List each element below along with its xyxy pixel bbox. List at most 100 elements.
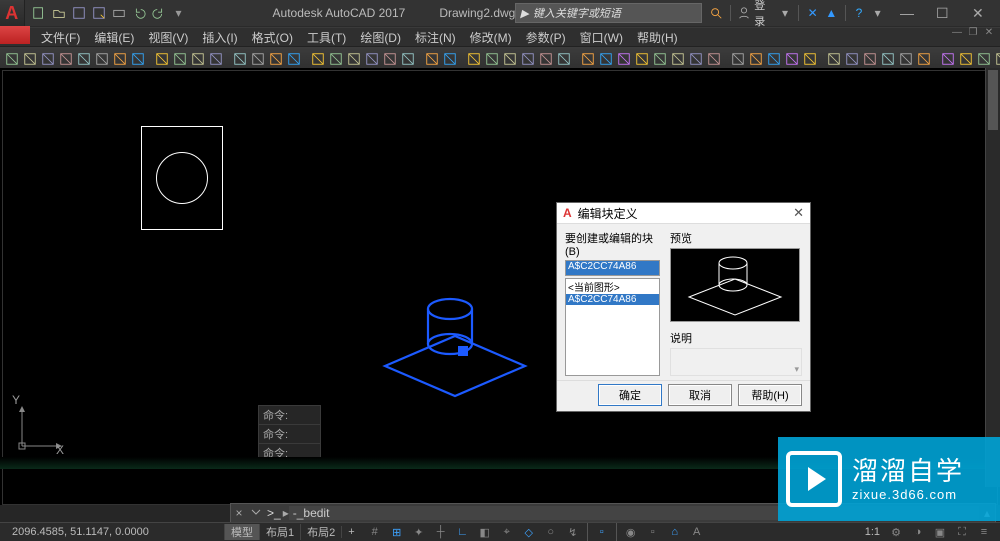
menu-item-6[interactable]: 绘图(D) <box>353 29 408 46</box>
menu-item-3[interactable]: 插入(I) <box>195 29 244 46</box>
copy2-icon[interactable] <box>598 48 614 70</box>
qat-undo-icon[interactable] <box>131 5 147 21</box>
dynucs-icon[interactable]: ◧ <box>475 524 495 540</box>
help-dropdown-icon[interactable]: ▾ <box>869 4 886 22</box>
selected-block[interactable] <box>375 296 535 404</box>
maximize-button[interactable]: ☐ <box>936 5 952 22</box>
isolate-icon[interactable]: ◑ <box>908 524 928 540</box>
qat-open-icon[interactable] <box>51 5 67 21</box>
new-icon[interactable] <box>4 48 20 70</box>
dyninput-icon[interactable]: ⌖ <box>497 524 517 540</box>
cycling-icon[interactable]: ↯ <box>563 524 583 540</box>
transparency-icon[interactable]: ○ <box>541 524 561 540</box>
steering-icon[interactable] <box>916 48 932 70</box>
otrack-icon[interactable]: ∟ <box>453 524 473 540</box>
help-search-input[interactable]: ▶ 键入关键字或短语 <box>515 3 702 23</box>
signin-label[interactable]: 登录 <box>754 0 774 29</box>
view-icon[interactable] <box>844 48 860 70</box>
region-icon[interactable] <box>208 48 224 70</box>
menu-item-4[interactable]: 格式(O) <box>245 29 300 46</box>
scale-icon[interactable] <box>730 48 746 70</box>
plus-icon[interactable]: # <box>365 524 385 540</box>
layer-prev-icon[interactable] <box>268 48 284 70</box>
cut-icon[interactable] <box>76 48 92 70</box>
3dosnap-icon[interactable]: ▫ <box>592 524 612 540</box>
annoscale-icon[interactable]: ▫ <box>643 524 663 540</box>
exchange-icon[interactable]: ✕ <box>804 4 821 22</box>
annotation-scale[interactable]: 1:1 <box>861 526 884 538</box>
a360-icon[interactable]: ▲ <box>823 4 840 22</box>
osnap-icon[interactable]: ┼ <box>431 524 451 540</box>
menu-item-11[interactable]: 帮助(H) <box>630 29 685 46</box>
extend-icon[interactable] <box>652 48 668 70</box>
dialog-titlebar[interactable]: A 编辑块定义 ✕ <box>557 203 810 224</box>
vertical-scrollbar[interactable] <box>985 68 1000 487</box>
offset-icon[interactable] <box>688 48 704 70</box>
polar-icon[interactable]: ✦ <box>409 524 429 540</box>
ortho-icon[interactable]: ⊞ <box>387 524 407 540</box>
dialog-list-item[interactable]: A$C2CC74A86 <box>566 294 659 305</box>
materials-icon[interactable] <box>958 48 974 70</box>
dim-angular-icon[interactable] <box>346 48 362 70</box>
coordinates-display[interactable]: 2096.4585, 51.1147, 0.0000 <box>0 526 224 538</box>
zoom-icon[interactable] <box>880 48 896 70</box>
qat-save-icon[interactable] <box>71 5 87 21</box>
layout-tab-0[interactable]: 模型 <box>224 524 259 540</box>
close-button[interactable]: ✕ <box>972 5 988 22</box>
commandline-close-icon[interactable]: × <box>231 506 247 520</box>
menu-item-7[interactable]: 标注(N) <box>408 29 463 46</box>
dim-radius-icon[interactable] <box>364 48 380 70</box>
line-icon[interactable] <box>466 48 482 70</box>
app-menu-icon[interactable]: A <box>0 0 25 26</box>
drawing-circle[interactable] <box>156 152 208 204</box>
rectangle-icon[interactable] <box>538 48 554 70</box>
menu-item-2[interactable]: 视图(V) <box>141 29 195 46</box>
menu-item-8[interactable]: 修改(M) <box>463 29 519 46</box>
hatch-icon[interactable] <box>190 48 206 70</box>
ucs-icon[interactable] <box>826 48 842 70</box>
dialog-ok-button[interactable]: 确定 <box>598 384 662 406</box>
dialog-desc-textbox[interactable] <box>670 348 802 376</box>
sun-icon[interactable] <box>994 48 1000 70</box>
move-icon[interactable] <box>580 48 596 70</box>
orbit-icon[interactable] <box>898 48 914 70</box>
qat-new-icon[interactable] <box>31 5 47 21</box>
menu-item-10[interactable]: 窗口(W) <box>573 29 630 46</box>
layout-tab-2[interactable]: 布局2 <box>300 524 341 540</box>
trim-icon[interactable] <box>634 48 650 70</box>
light-icon[interactable] <box>976 48 992 70</box>
layout-tab-3[interactable]: + <box>341 526 360 538</box>
save-icon[interactable] <box>40 48 56 70</box>
explode-icon[interactable] <box>802 48 818 70</box>
mirror-icon[interactable] <box>670 48 686 70</box>
mdi-restore-icon[interactable]: ❐ <box>966 27 980 38</box>
dim-leader-icon[interactable] <box>400 48 416 70</box>
qat-saveas-icon[interactable] <box>91 5 107 21</box>
dialog-block-list[interactable]: <当前图形>A$C2CC74A86 <box>565 278 660 376</box>
ellipse-icon[interactable] <box>556 48 572 70</box>
clean-icon[interactable]: ⛶ <box>952 524 972 540</box>
stretch-icon[interactable] <box>748 48 764 70</box>
hw-icon[interactable]: ▣ <box>930 524 950 540</box>
table-icon[interactable] <box>172 48 188 70</box>
customize-icon[interactable]: ≡ <box>974 524 994 540</box>
block-icon[interactable] <box>154 48 170 70</box>
menu-item-0[interactable]: 文件(F) <box>34 29 87 46</box>
open-icon[interactable] <box>22 48 38 70</box>
text-icon[interactable] <box>424 48 440 70</box>
circle-icon[interactable] <box>502 48 518 70</box>
annovis-icon[interactable]: ⌂ <box>665 524 685 540</box>
menu-item-5[interactable]: 工具(T) <box>300 29 353 46</box>
arc-icon[interactable] <box>520 48 536 70</box>
layer-icon[interactable] <box>232 48 248 70</box>
copy-icon[interactable] <box>94 48 110 70</box>
mdi-close-icon[interactable]: ✕ <box>982 27 996 38</box>
qat-plot-icon[interactable] <box>111 5 127 21</box>
render-icon[interactable] <box>940 48 956 70</box>
dialog-help-button[interactable]: 帮助(H) <box>738 384 802 406</box>
dialog-list-item[interactable]: <当前图形> <box>566 279 659 294</box>
help-icon[interactable]: ? <box>851 4 868 22</box>
mdi-minimize-icon[interactable]: — <box>950 27 964 38</box>
annoauto-icon[interactable]: A <box>687 524 707 540</box>
commandline-options-icon[interactable] <box>247 505 265 522</box>
